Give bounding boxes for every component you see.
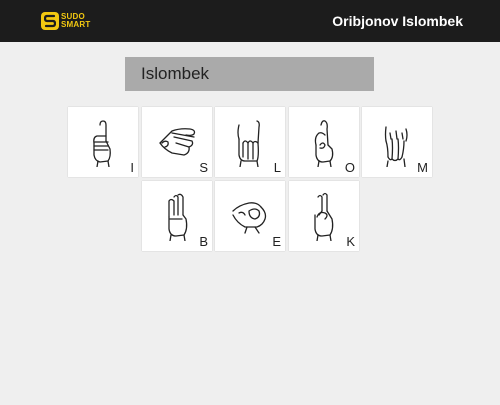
sign-l-hand-icon bbox=[237, 120, 260, 167]
user-name: Oribjonov Islombek bbox=[332, 13, 463, 29]
sign-card-i[interactable]: I bbox=[68, 107, 138, 177]
logo-text: SUDO SMART bbox=[61, 12, 91, 29]
sign-card-e[interactable]: E bbox=[215, 181, 285, 251]
card-letter: M bbox=[417, 160, 428, 175]
card-letter: I bbox=[130, 160, 134, 175]
sign-s-hand-icon bbox=[159, 128, 196, 156]
sign-k-hand-icon bbox=[314, 192, 334, 241]
sign-card-s[interactable]: S bbox=[142, 107, 212, 177]
sign-card-o[interactable]: O bbox=[289, 107, 359, 177]
sign-b-hand-icon bbox=[168, 193, 188, 241]
sign-card-m[interactable]: M bbox=[362, 107, 432, 177]
sign-e-hand-icon bbox=[232, 202, 267, 234]
sign-o-hand-icon bbox=[314, 120, 334, 167]
sudo-smart-logo[interactable]: SUDO SMART bbox=[41, 10, 90, 32]
sign-m-hand-icon bbox=[384, 126, 408, 167]
card-letter: B bbox=[199, 234, 208, 249]
card-letter: O bbox=[344, 160, 355, 175]
sign-card-l[interactable]: L bbox=[215, 107, 285, 177]
sign-card-k[interactable]: K bbox=[289, 181, 359, 251]
word-display: Islombek bbox=[125, 57, 374, 91]
logo-s-icon bbox=[41, 12, 59, 30]
card-letter: E bbox=[272, 234, 281, 249]
card-letter: S bbox=[199, 160, 208, 175]
top-bar: SUDO SMART Oribjonov Islombek bbox=[0, 0, 500, 42]
sign-i-hand-icon bbox=[93, 120, 111, 167]
sign-card-b[interactable]: B bbox=[142, 181, 212, 251]
card-letter: L bbox=[273, 160, 281, 175]
card-letter: K bbox=[346, 234, 355, 249]
